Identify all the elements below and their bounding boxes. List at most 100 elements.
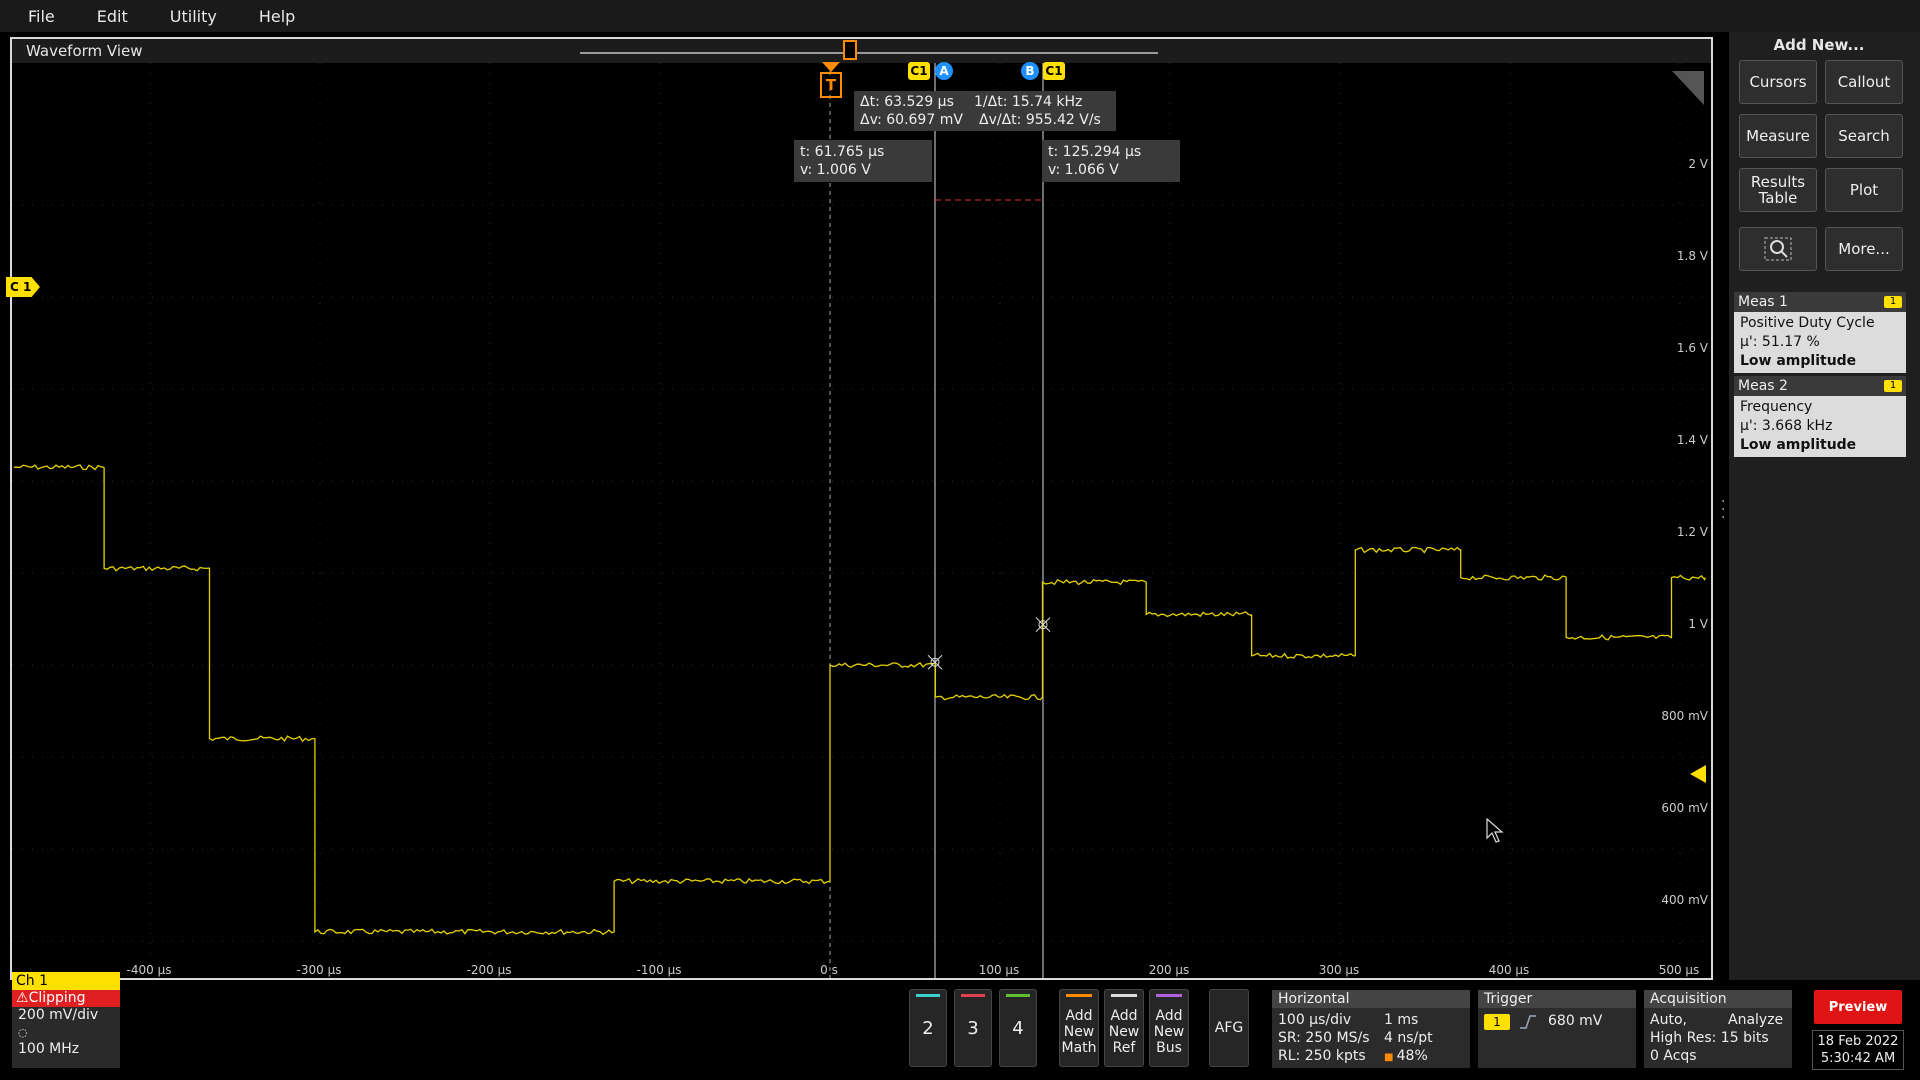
waveform-view-title: Waveform View xyxy=(26,42,143,60)
inverse-delta-t: 1/Δt: 15.74 kHz xyxy=(974,94,1083,110)
y-tick-label: 1.8 V xyxy=(1676,249,1708,263)
channel-1-bandwidth: 100 MHz xyxy=(18,1041,80,1057)
cursor-a-channel-badge: C1 xyxy=(908,62,930,80)
cursor-a-voltage: v: 1.006 V xyxy=(800,162,871,178)
add-new-math-label: Add New Math xyxy=(1061,1008,1097,1056)
meas-1-name: Positive Duty Cycle xyxy=(1740,315,1875,331)
menu-bar: File Edit Utility Help xyxy=(0,0,1920,32)
date-time-display: 18 Feb 2022 5:30:42 AM xyxy=(1812,1030,1904,1070)
afg-label: AFG xyxy=(1214,1020,1244,1036)
channel-3-label: 3 xyxy=(967,1017,979,1039)
trigger-level: 680 mV xyxy=(1548,1013,1603,1029)
measure-button[interactable]: Measure xyxy=(1739,114,1817,158)
meas-2-status: Low amplitude xyxy=(1740,437,1857,453)
meas-2-name: Frequency xyxy=(1740,399,1813,415)
channel-2-button[interactable]: 2 xyxy=(909,989,947,1067)
x-tick-label: -300 µs xyxy=(296,963,342,977)
results-table-button[interactable]: Results Table xyxy=(1739,168,1817,212)
trigger-badge[interactable]: Trigger 1 680 mV xyxy=(1478,990,1636,1068)
trigger-position-icon: ■ xyxy=(1384,1052,1397,1063)
y-tick-label: 600 mV xyxy=(1661,801,1708,815)
channel-4-label: 4 xyxy=(1012,1017,1024,1039)
afg-button[interactable]: AFG xyxy=(1209,989,1249,1067)
record-length: RL: 250 kpts xyxy=(1278,1048,1366,1064)
y-tick-label: 1.2 V xyxy=(1676,525,1708,539)
clipping-warning: ⚠Clipping xyxy=(12,990,120,1007)
x-tick-label: -100 µs xyxy=(636,963,682,977)
channel-2-color-stripe xyxy=(916,994,940,997)
menu-file[interactable]: File xyxy=(14,7,69,26)
cursor-a-badge[interactable]: A xyxy=(935,62,953,80)
horizontal-position-value: 48% xyxy=(1396,1048,1428,1064)
plot-area[interactable] xyxy=(12,63,1711,978)
menu-utility[interactable]: Utility xyxy=(156,7,231,26)
plot-button[interactable]: Plot xyxy=(1825,168,1903,212)
add-new-bus-button[interactable]: Add New Bus xyxy=(1149,989,1189,1067)
cursor-a-time: t: 61.765 µs xyxy=(800,144,885,160)
trigger-source: 1 xyxy=(1484,1014,1510,1030)
add-new-ref-label: Add New Ref xyxy=(1108,1008,1140,1056)
horizontal-badge[interactable]: Horizontal 100 µs/div 1 ms SR: 250 MS/s … xyxy=(1272,990,1470,1068)
horizontal-title: Horizontal xyxy=(1272,990,1470,1008)
rising-edge-icon xyxy=(1520,1015,1536,1029)
clipping-label: Clipping xyxy=(28,990,86,1006)
y-tick-label: 1 V xyxy=(1688,617,1708,631)
delta-t: Δt: 63.529 µs xyxy=(860,94,954,110)
y-tick-label: 1.6 V xyxy=(1676,341,1708,355)
more-button[interactable]: More... xyxy=(1825,227,1903,271)
meas-2-source: 1 xyxy=(1884,380,1902,392)
mouse-pointer-icon xyxy=(1486,818,1504,843)
trigger-title: Trigger xyxy=(1478,990,1636,1008)
channel-3-color-stripe xyxy=(961,994,985,997)
channel-3-button[interactable]: 3 xyxy=(954,989,992,1067)
cursor-b-time: t: 125.294 µs xyxy=(1048,144,1142,160)
acquisition-title: Acquisition xyxy=(1644,990,1792,1008)
cursor-b-readout: t: 125.294 µs v: 1.066 V xyxy=(1042,140,1180,182)
x-tick-label: 500 µs xyxy=(1658,963,1700,977)
meas-1-title: Meas 1 xyxy=(1738,294,1788,310)
preview-button[interactable]: Preview xyxy=(1814,990,1902,1024)
trigger-position-handle[interactable] xyxy=(843,40,857,60)
meas-2-title: Meas 2 xyxy=(1738,378,1788,394)
panel-resize-handle[interactable]: · · · xyxy=(1721,495,1725,525)
trigger-level-marker[interactable] xyxy=(1690,765,1706,783)
channel-1-header: Ch 1 xyxy=(12,972,120,990)
meas-2-value: µ': 3.668 kHz xyxy=(1740,418,1833,434)
channel-1-badge[interactable]: Ch 1 ⚠Clipping 200 mV/div ◌ 100 MHz xyxy=(12,972,120,1068)
time: 5:30:42 AM xyxy=(1820,1051,1896,1066)
x-tick-label: -200 µs xyxy=(466,963,512,977)
trigger-marker[interactable]: T xyxy=(820,72,842,98)
channel-4-button[interactable]: 4 xyxy=(999,989,1037,1067)
menu-help[interactable]: Help xyxy=(245,7,309,26)
acquisition-hires: High Res: 15 bits xyxy=(1650,1030,1769,1046)
channel-1-scale: 200 mV/div xyxy=(18,1007,99,1023)
acquisition-badge[interactable]: Acquisition Auto, Analyze High Res: 15 b… xyxy=(1644,990,1792,1068)
acquisition-mode: Auto, xyxy=(1650,1012,1687,1028)
zoom-button[interactable] xyxy=(1739,227,1817,271)
add-new-ref-button[interactable]: Add New Ref xyxy=(1104,989,1144,1067)
meas-1-header: Meas 1 1 xyxy=(1734,292,1906,312)
date: 18 Feb 2022 xyxy=(1817,1034,1899,1049)
horizontal-duration: 1 ms xyxy=(1384,1012,1419,1028)
callout-button[interactable]: Callout xyxy=(1825,60,1903,104)
horizontal-position: ■ 48% xyxy=(1384,1048,1428,1064)
acquisition-analyze: Analyze xyxy=(1728,1012,1784,1028)
sample-rate: SR: 250 MS/s xyxy=(1278,1030,1370,1046)
zoom-corner-icon xyxy=(1672,71,1704,105)
channel-4-color-stripe xyxy=(1006,994,1030,997)
probe-icon: ◌ xyxy=(18,1026,28,1039)
cursors-button[interactable]: Cursors xyxy=(1739,60,1817,104)
record-overview-bar[interactable] xyxy=(580,52,1158,54)
x-tick-label: -400 µs xyxy=(126,963,172,977)
meas-1-value: µ': 51.17 % xyxy=(1740,334,1820,350)
y-tick-label: 1.4 V xyxy=(1676,433,1708,447)
meas-1-badge[interactable]: Meas 1 1 Positive Duty Cycle µ': 51.17 %… xyxy=(1734,292,1906,373)
search-button[interactable]: Search xyxy=(1825,114,1903,158)
menu-edit[interactable]: Edit xyxy=(83,7,142,26)
cursor-b-badge[interactable]: B xyxy=(1021,62,1039,80)
add-new-math-button[interactable]: Add New Math xyxy=(1059,989,1099,1067)
meas-2-badge[interactable]: Meas 2 1 Frequency µ': 3.668 kHz Low amp… xyxy=(1734,376,1906,457)
zoom-icon xyxy=(1764,237,1792,261)
delta-v-over-delta-t: Δv/Δt: 955.42 V/s xyxy=(979,112,1101,128)
add-new-title: Add New... xyxy=(1773,36,1865,54)
